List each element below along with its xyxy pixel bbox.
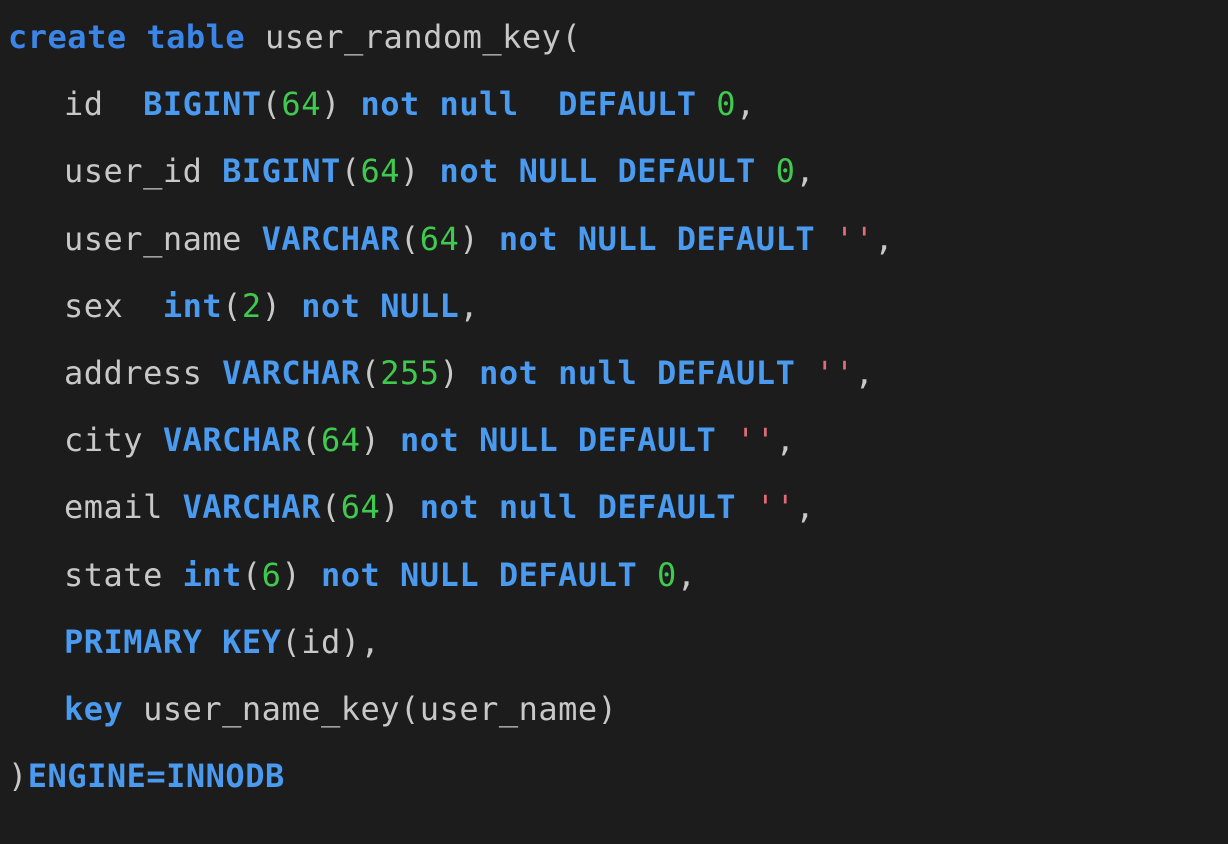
column-user-id: user_id BIGINT(64) not NULL DEFAULT 0, bbox=[8, 138, 1220, 205]
index-key: key user_name_key(user_name) bbox=[8, 676, 1220, 743]
open-paren: ( bbox=[561, 18, 581, 56]
column-sex: sex int(2) not NULL, bbox=[8, 273, 1220, 340]
keyword-table: table bbox=[146, 18, 245, 56]
primary-key: PRIMARY KEY(id), bbox=[8, 609, 1220, 676]
line-create: create table user_random_key( bbox=[8, 4, 1220, 71]
column-city: city VARCHAR(64) not NULL DEFAULT '', bbox=[8, 407, 1220, 474]
column-state: state int(6) not NULL DEFAULT 0, bbox=[8, 542, 1220, 609]
keyword-create: create bbox=[8, 18, 127, 56]
column-user-name: user_name VARCHAR(64) not NULL DEFAULT '… bbox=[8, 206, 1220, 273]
column-email: email VARCHAR(64) not null DEFAULT '', bbox=[8, 474, 1220, 541]
engine-clause: ENGINE=INNODB bbox=[28, 757, 285, 795]
column-id: id BIGINT(64) not null DEFAULT 0, bbox=[8, 71, 1220, 138]
table-name: user_random_key bbox=[265, 18, 561, 56]
sql-code-block: create table user_random_key(id BIGINT(6… bbox=[8, 4, 1220, 810]
column-address: address VARCHAR(255) not null DEFAULT ''… bbox=[8, 340, 1220, 407]
line-engine: )ENGINE=INNODB bbox=[8, 743, 1220, 810]
